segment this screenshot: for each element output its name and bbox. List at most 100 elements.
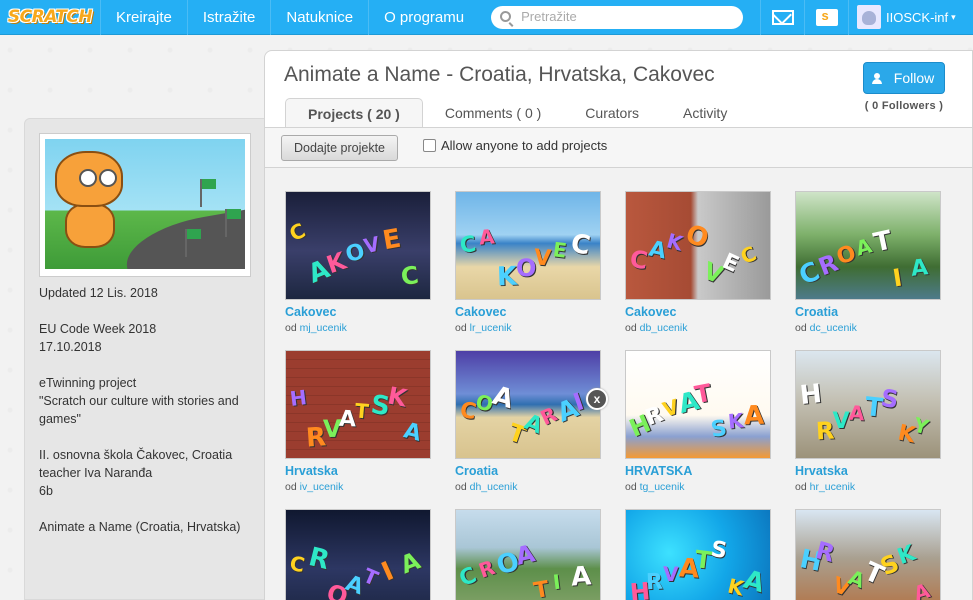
project-title[interactable]: Hrvatska (285, 464, 431, 478)
close-button[interactable]: x (586, 388, 608, 410)
search-input[interactable] (521, 8, 732, 24)
chevron-down-icon: ▾ (951, 11, 956, 22)
owner-prefix: od (455, 322, 467, 334)
allow-anyone-checkbox[interactable] (423, 139, 436, 152)
project-card[interactable]: H R V A T S K A Hrvatska od iv_ucenik (285, 350, 431, 493)
project-card[interactable]: H R V A T S K A HRVATSKA od tg_ucenik (625, 350, 771, 493)
owner-prefix: od (625, 322, 637, 334)
owner-link[interactable]: iv_ucenik (300, 481, 344, 493)
project-title[interactable]: Croatia (795, 305, 941, 319)
thumbnail-letter: I (551, 569, 562, 595)
my-stuff-button[interactable] (804, 0, 848, 35)
owner-link[interactable]: tg_ucenik (640, 481, 685, 493)
studio-thumbnail-image (45, 139, 245, 269)
project-owner: od lr_ucenik (455, 322, 601, 334)
project-card[interactable]: CROATIA (455, 509, 601, 600)
thumbnail-letter: E (551, 237, 568, 263)
owner-prefix: od (285, 322, 297, 334)
thumbnail-letter: T (360, 563, 383, 591)
avatar (857, 5, 881, 29)
project-card[interactable]: C O A T A R A I Croatia od dh_ucenik (455, 350, 601, 493)
project-thumbnail[interactable]: HRVATSKY (795, 350, 941, 459)
thumbnail-letter: C (568, 228, 593, 262)
scratch-logo-text: SCRATCH (7, 7, 93, 27)
tab-curators[interactable]: Curators (563, 98, 661, 128)
tab-projects[interactable]: Projects ( 20 ) (285, 98, 423, 128)
project-thumbnail[interactable]: CROATIA (285, 509, 431, 600)
project-thumbnail[interactable]: HRVATSKA (625, 350, 771, 459)
project-thumbnail[interactable]: CAKOVEC (285, 191, 431, 300)
project-card[interactable]: H R V A T S K Y Hrvatska od hr_ucenik (795, 350, 941, 493)
owner-link[interactable]: db_ucenik (640, 322, 688, 334)
search-icon (500, 10, 512, 22)
project-thumbnail[interactable]: HRVATSKA (285, 350, 431, 459)
thumbnail-letter: R (645, 569, 664, 596)
thumbnail-letter: S (879, 383, 901, 415)
follow-button[interactable]: Follow (863, 62, 945, 94)
search-box[interactable] (491, 5, 744, 29)
project-card[interactable]: C A K O V E C Cakovec od lr_ucenik (455, 191, 601, 334)
project-card[interactable]: C A K O V E C Cakovec od db_ucenik (625, 191, 771, 334)
project-thumbnail[interactable]: CAKOVEC (455, 191, 601, 300)
thumbnail-letter: K (496, 261, 518, 293)
project-title[interactable]: Croatia (455, 464, 601, 478)
tab-activity[interactable]: Activity (661, 98, 749, 128)
thumbnail-letter: A (910, 578, 933, 600)
nav-tips[interactable]: Natuknice (270, 0, 368, 35)
project-owner: od iv_ucenik (285, 481, 431, 493)
thumbnail-letter: T (871, 225, 895, 259)
project-card[interactable]: HRVATSKA (625, 509, 771, 600)
project-card[interactable]: C R O A T I A Croatia od dc_ucenik (795, 191, 941, 334)
project-title[interactable]: Cakovec (285, 305, 431, 319)
project-title[interactable]: Hrvatska (795, 464, 941, 478)
thumbnail-letter: A (400, 418, 424, 447)
project-thumbnail[interactable]: CROATIA (795, 191, 941, 300)
my-stuff-icon (815, 8, 838, 26)
owner-link[interactable]: lr_ucenik (470, 322, 512, 334)
thumbnail-letter: C (737, 241, 761, 269)
thumbnail-letter: Y (910, 412, 932, 440)
nav-explore[interactable]: Istražite (186, 0, 271, 35)
updated-date: Updated 12 Lis. 2018 (39, 286, 158, 300)
owner-prefix: od (795, 322, 807, 334)
project-title[interactable]: Cakovec (455, 305, 601, 319)
project-thumbnail[interactable]: CAKOVEC (625, 191, 771, 300)
owner-link[interactable]: dc_ucenik (810, 322, 857, 334)
project-card[interactable]: HRVATSKA (795, 509, 941, 600)
project-card[interactable]: CROATIA (285, 509, 431, 600)
thumbnail-letter: T (532, 576, 552, 600)
project-thumbnail[interactable]: HRVATSKA (795, 509, 941, 600)
thumbnail-letter: I (890, 263, 904, 293)
thumbnail-letter: A (910, 255, 930, 282)
project-title[interactable]: HRVATSKA (625, 464, 771, 478)
project-thumbnail[interactable]: COATARAI (455, 350, 601, 459)
thumbnail-letter: A (743, 400, 765, 432)
messages-button[interactable] (760, 0, 804, 35)
thumbnail-letter: O (681, 219, 712, 255)
thumbnail-letter: K (664, 228, 686, 256)
thumbnail-letter: A (848, 400, 865, 426)
thumbnail-letter: A (397, 546, 425, 580)
tab-comments[interactable]: Comments ( 0 ) (423, 98, 563, 128)
owner-link[interactable]: hr_ucenik (810, 481, 856, 493)
project-thumbnail[interactable]: CROATIA (455, 509, 601, 600)
nav-about[interactable]: O programu (368, 0, 479, 35)
mail-icon (771, 9, 794, 25)
description-2: eTwinning project "Scratch our culture w… (39, 376, 239, 426)
add-projects-button[interactable]: Dodajte projekte (281, 135, 398, 161)
project-thumbnail[interactable]: HRVATSKA (625, 509, 771, 600)
thumbnail-letter: C (455, 562, 481, 593)
thumbnail-letter: A (740, 564, 768, 600)
allow-anyone-label: Allow anyone to add projects (441, 138, 608, 153)
projects-toolbar: Dodajte projekte Allow anyone to add pro… (265, 127, 972, 168)
scratch-logo[interactable]: SCRATCH (0, 0, 100, 35)
user-menu[interactable]: IIOSCK-inf ▾ (848, 0, 973, 35)
project-title[interactable]: Cakovec (625, 305, 771, 319)
owner-link[interactable]: dh_ucenik (470, 481, 518, 493)
studio-thumbnail (39, 133, 251, 277)
allow-anyone-option[interactable]: Allow anyone to add projects (423, 138, 607, 153)
project-card[interactable]: C A K O V E C Cakovec od mj_ucenik (285, 191, 431, 334)
owner-link[interactable]: mj_ucenik (300, 322, 347, 334)
owner-prefix: od (625, 481, 637, 493)
nav-create[interactable]: Kreirajte (100, 0, 187, 35)
